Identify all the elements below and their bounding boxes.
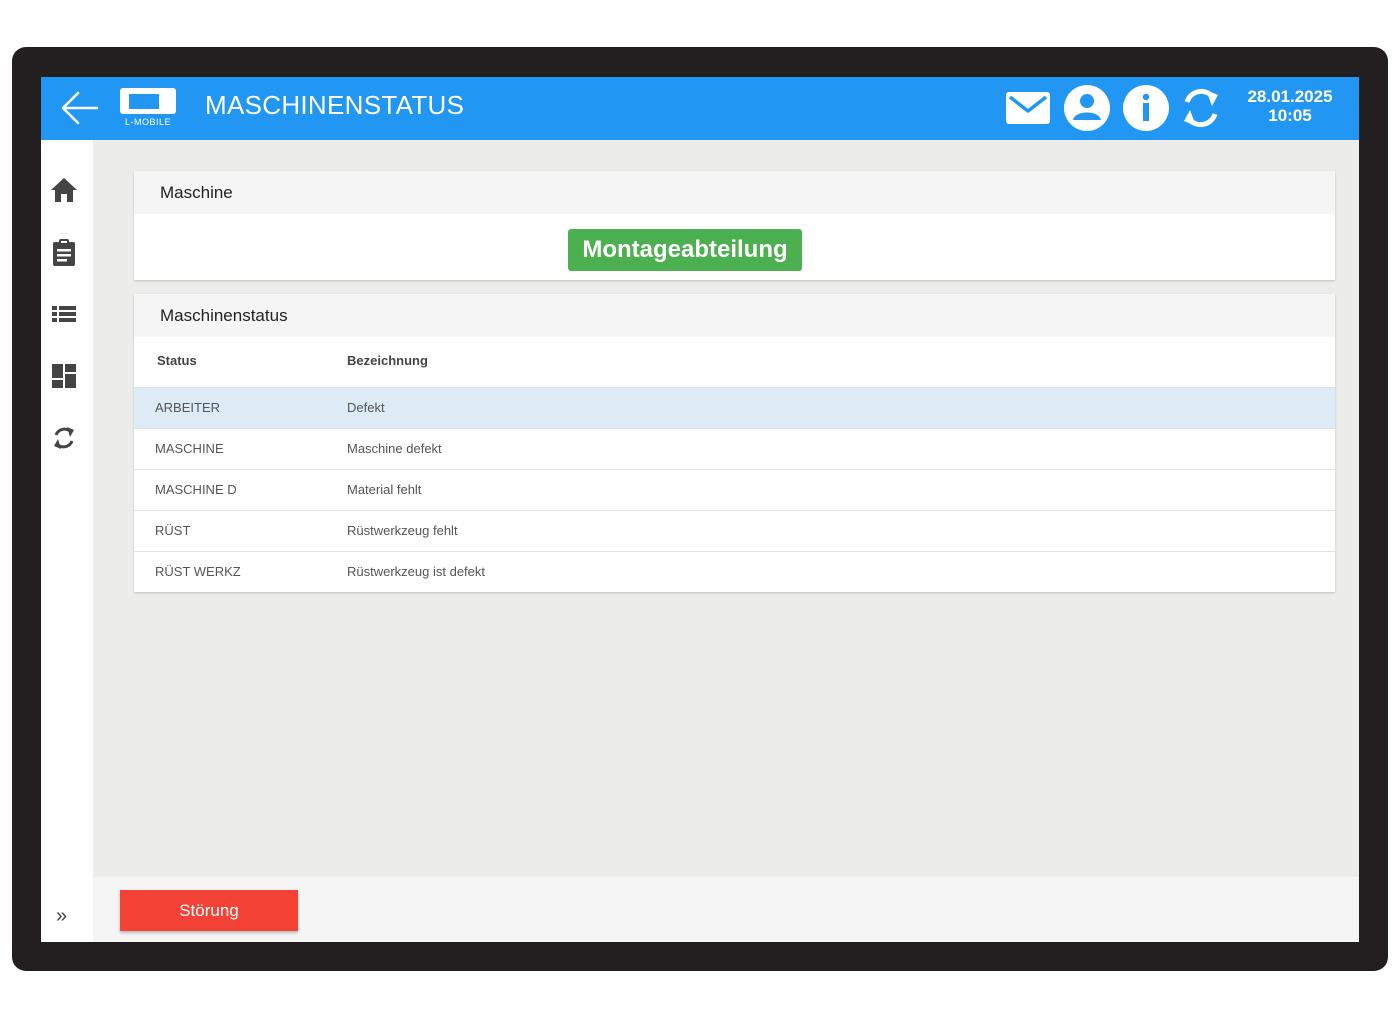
column-header-bezeichnung[interactable]: Bezeichnung bbox=[347, 353, 428, 368]
sync-icon[interactable] bbox=[49, 423, 79, 453]
datetime: 28.01.2025 10:05 bbox=[1237, 87, 1343, 125]
table-row[interactable]: MASCHINE D Material fehlt bbox=[134, 470, 1335, 511]
info-icon[interactable] bbox=[1121, 83, 1171, 133]
bottom-action-bar: Störung bbox=[93, 877, 1359, 942]
machine-card-header: Maschine bbox=[134, 171, 1335, 214]
table-row[interactable]: RÜST Rüstwerkzeug fehlt bbox=[134, 511, 1335, 552]
dashboard-icon[interactable] bbox=[49, 361, 79, 391]
top-bar: L-MOBILE MASCHINENSTATUS 28.01.2025 10:0… bbox=[41, 77, 1359, 140]
bezeichnung-cell: Rüstwerkzeug fehlt bbox=[347, 523, 458, 538]
status-cell: ARBEITER bbox=[155, 400, 221, 415]
time-text: 10:05 bbox=[1268, 106, 1312, 125]
logo-text: L-MOBILE bbox=[124, 117, 171, 127]
table-header: Status Bezeichnung bbox=[134, 337, 1335, 388]
app-screen: L-MOBILE MASCHINENSTATUS 28.01.2025 10:0… bbox=[41, 77, 1359, 942]
clipboard-icon[interactable] bbox=[49, 237, 79, 267]
bezeichnung-cell: Material fehlt bbox=[347, 482, 422, 497]
bezeichnung-cell: Defekt bbox=[347, 400, 385, 415]
mail-icon[interactable] bbox=[1003, 83, 1053, 133]
home-icon[interactable] bbox=[49, 175, 79, 205]
sync-icon[interactable] bbox=[1176, 83, 1226, 133]
page-title: MASCHINENSTATUS bbox=[205, 90, 465, 120]
machine-card: Maschine Montageabteilung bbox=[134, 171, 1335, 280]
date-text: 28.01.2025 bbox=[1247, 87, 1333, 106]
table-row[interactable]: ARBEITER Defekt bbox=[134, 388, 1335, 429]
column-header-status[interactable]: Status bbox=[157, 353, 197, 368]
machine-card-body: Montageabteilung bbox=[134, 214, 1335, 280]
bezeichnung-cell: Maschine defekt bbox=[347, 441, 442, 456]
account-icon[interactable] bbox=[1062, 83, 1112, 133]
status-card: Maschinenstatus Status Bezeichnung ARBEI… bbox=[134, 294, 1335, 592]
status-card-header: Maschinenstatus bbox=[134, 294, 1335, 337]
machine-name-badge: Montageabteilung bbox=[568, 229, 802, 271]
table-row[interactable]: RÜST WERKZ Rüstwerkzeug ist defekt bbox=[134, 552, 1335, 592]
status-cell: RÜST WERKZ bbox=[155, 564, 241, 579]
expand-sidebar-icon[interactable]: » bbox=[56, 905, 67, 928]
bezeichnung-cell: Rüstwerkzeug ist defekt bbox=[347, 564, 486, 579]
back-arrow-icon[interactable] bbox=[59, 87, 101, 129]
table-row[interactable]: MASCHINE Maschine defekt bbox=[134, 429, 1335, 470]
status-cell: MASCHINE D bbox=[155, 482, 237, 497]
stoerung-button[interactable]: Störung bbox=[120, 890, 298, 931]
list-icon[interactable] bbox=[49, 299, 79, 329]
sidebar: » bbox=[41, 140, 93, 942]
l-mobile-logo: L-MOBILE bbox=[120, 86, 176, 127]
status-cell: RÜST bbox=[155, 523, 191, 538]
status-cell: MASCHINE bbox=[155, 441, 224, 456]
